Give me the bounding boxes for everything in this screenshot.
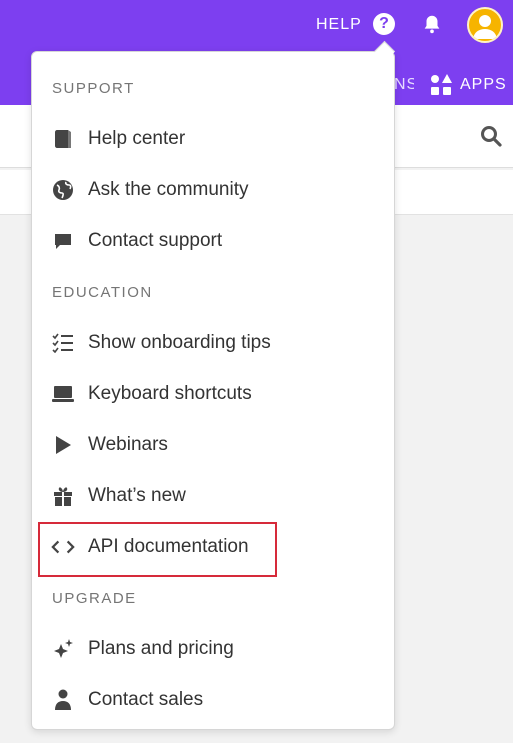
section-label-education: EDUCATION <box>52 284 153 301</box>
book-icon <box>51 127 75 151</box>
menu-item-onboarding-tips[interactable]: Show onboarding tips <box>38 321 390 365</box>
menu-item-help-center[interactable]: Help center <box>38 117 390 161</box>
apps-icon[interactable] <box>429 73 453 97</box>
apps-link[interactable]: APPS <box>460 76 507 94</box>
help-dropdown-menu: SUPPORT Help center Ask the community Co… <box>31 51 395 730</box>
menu-item-webinars[interactable]: Webinars <box>38 423 390 467</box>
avatar[interactable] <box>467 7 503 43</box>
partial-nav-label[interactable]: NS <box>394 76 414 94</box>
play-icon <box>51 433 75 457</box>
code-icon <box>51 535 75 559</box>
laptop-icon <box>51 382 75 406</box>
question-circle-icon[interactable]: ? <box>373 13 395 35</box>
menu-item-whats-new[interactable]: What’s new <box>38 474 390 518</box>
search-icon[interactable] <box>479 124 503 148</box>
menu-item-contact-support[interactable]: Contact support <box>38 219 390 263</box>
menu-item-plans-pricing[interactable]: Plans and pricing <box>38 627 390 671</box>
menu-item-keyboard-shortcuts[interactable]: Keyboard shortcuts <box>38 372 390 416</box>
section-label-upgrade: UPGRADE <box>52 590 137 607</box>
section-label-support: SUPPORT <box>52 80 135 97</box>
user-avatar-icon <box>473 15 497 39</box>
person-icon <box>51 688 75 712</box>
menu-item-contact-sales[interactable]: Contact sales <box>38 678 390 722</box>
sparkle-icon <box>51 637 75 661</box>
globe-icon <box>51 178 75 202</box>
gift-icon <box>51 484 75 508</box>
bell-icon[interactable] <box>421 13 443 35</box>
chat-bubble-icon <box>51 229 75 253</box>
help-link[interactable]: HELP <box>316 16 362 34</box>
menu-item-api-documentation[interactable]: API documentation <box>38 525 390 569</box>
menu-item-ask-community[interactable]: Ask the community <box>38 168 390 212</box>
checklist-icon <box>51 331 75 355</box>
